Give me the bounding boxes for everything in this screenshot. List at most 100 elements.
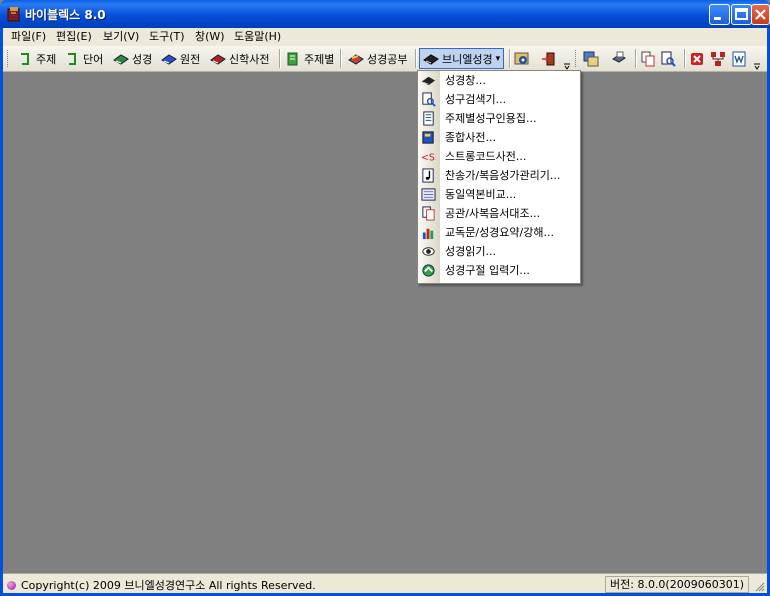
search-document-icon bbox=[661, 51, 676, 67]
window-title: 바이블렉스 8.0 bbox=[25, 8, 106, 22]
version-text: 버전: 8.0.0(2009060301) bbox=[605, 576, 749, 593]
dictionary-icon bbox=[422, 131, 434, 144]
gospel-compare-icon bbox=[422, 206, 435, 221]
green-book-icon bbox=[113, 53, 129, 65]
maximize-icon bbox=[735, 8, 748, 20]
app-icon bbox=[7, 7, 20, 22]
chevron-down-icon: ▾ bbox=[495, 53, 501, 64]
menu-item-label: 성경읽기... bbox=[445, 245, 496, 258]
menu-view[interactable]: 보기(V) bbox=[103, 29, 139, 45]
bible-study-button[interactable]: 성경공부 bbox=[348, 49, 407, 68]
close-icon bbox=[755, 9, 766, 20]
menu-item-responsive-reading[interactable]: 교독문/성경요약/강해... bbox=[418, 223, 580, 242]
tool-button-9[interactable] bbox=[731, 49, 747, 68]
menu-item-strong-code[interactable]: <S> 스트롱코드사전... bbox=[418, 147, 580, 166]
close-button[interactable] bbox=[751, 4, 770, 25]
menu-bar: 파일(F) 편집(E) 보기(V) 도구(T) 창(W) 도움말(H) bbox=[0, 28, 770, 46]
document-icon bbox=[423, 111, 434, 126]
application-window: 바이블렉스 8.0 파일(F) 편집(E) 보기(V) 도구(T) 창(W) 도… bbox=[0, 0, 770, 596]
peniel-bible-button-label: 브니엘성경 bbox=[442, 52, 493, 66]
peniel-bible-dropdown-button[interactable]: 브니엘성경 ▾ bbox=[419, 48, 505, 69]
toolbar-separator bbox=[340, 49, 342, 68]
copyright-text: Copyright(c) 2009 브니엘성경연구소 All rights Re… bbox=[21, 579, 316, 592]
bible-study-button-label: 성경공부 bbox=[367, 52, 408, 66]
menu-tools[interactable]: 도구(T) bbox=[149, 29, 185, 45]
original-text-button[interactable]: 원전 bbox=[161, 49, 200, 68]
menu-item-label: 성경창... bbox=[445, 74, 486, 87]
bible-button[interactable]: 성경 bbox=[113, 49, 152, 68]
black-book-icon bbox=[423, 53, 439, 65]
chevron-down-icon bbox=[754, 63, 760, 70]
menu-item-dictionary[interactable]: 종합사전... bbox=[418, 128, 580, 147]
by-topic-button[interactable]: 주제별 bbox=[285, 49, 334, 68]
svg-text:<S>: <S> bbox=[421, 152, 436, 163]
menu-item-verse-search[interactable]: 성구검색기... bbox=[418, 90, 580, 109]
menu-item-label: 교독문/성경요약/강해... bbox=[445, 226, 554, 239]
gear-window-icon bbox=[514, 52, 529, 64]
toolbar: 주제 단어 성경 원전 신학사전 주제별 성경공부 브니엘성경 ▾ bbox=[3, 46, 767, 72]
word-button[interactable]: 단어 bbox=[64, 49, 103, 68]
word-document-icon bbox=[732, 51, 746, 66]
red-stop-icon bbox=[691, 52, 703, 65]
chevron-down-icon bbox=[564, 63, 570, 70]
menu-edit[interactable]: 편집(E) bbox=[56, 29, 92, 45]
title-bar[interactable]: 바이블렉스 8.0 bbox=[0, 0, 770, 28]
bible-button-label: 성경 bbox=[132, 52, 153, 66]
copy-window-icon bbox=[583, 51, 599, 66]
toolbar-grip[interactable] bbox=[7, 50, 11, 67]
original-text-button-label: 원전 bbox=[180, 52, 201, 66]
tool-button-2[interactable] bbox=[541, 49, 557, 68]
green-bracket-icon bbox=[21, 52, 29, 65]
menu-item-label: 성구검색기... bbox=[445, 93, 507, 106]
word-button-label: 단어 bbox=[83, 52, 104, 66]
window-frame-left bbox=[0, 28, 3, 596]
menu-item-bible-window[interactable]: 성경창... bbox=[418, 71, 580, 90]
tool-button-7[interactable] bbox=[689, 49, 705, 68]
verse-input-icon bbox=[422, 264, 435, 277]
strong-code-icon: <S> bbox=[421, 152, 436, 163]
menu-item-topic-verses[interactable]: 주제별성구인용집... bbox=[418, 109, 580, 128]
toolbar-separator bbox=[509, 49, 511, 68]
green-topic-icon bbox=[287, 52, 298, 65]
menu-item-label: 찬송가/복음성가관리기... bbox=[445, 169, 561, 182]
theology-dictionary-button[interactable]: 신학사전 bbox=[210, 49, 269, 68]
tool-button-3[interactable] bbox=[583, 49, 599, 68]
bible-icon bbox=[421, 76, 436, 86]
maximize-button[interactable] bbox=[731, 4, 752, 25]
menu-item-label: 성경구절 입력기... bbox=[445, 264, 530, 277]
menu-item-gospel-compare[interactable]: 공관/사복음서대조... bbox=[418, 204, 580, 223]
music-note-icon bbox=[422, 168, 434, 183]
menu-item-verse-input[interactable]: 성경구절 입력기... bbox=[418, 261, 580, 280]
mdi-client-area[interactable] bbox=[3, 72, 767, 572]
menu-help[interactable]: 도움말(H) bbox=[234, 29, 281, 45]
menu-file[interactable]: 파일(F) bbox=[11, 29, 46, 45]
menu-item-hymn-manager[interactable]: 찬송가/복음성가관리기... bbox=[418, 166, 580, 185]
tool-button-4[interactable] bbox=[611, 49, 627, 68]
tool-button-6[interactable] bbox=[660, 49, 676, 68]
eye-icon bbox=[422, 247, 435, 256]
tool-button-8[interactable] bbox=[710, 49, 726, 68]
compare-icon bbox=[421, 188, 436, 201]
red-book-icon bbox=[210, 53, 226, 65]
toolbar-grip[interactable] bbox=[575, 50, 579, 67]
resize-grip-icon[interactable] bbox=[753, 580, 765, 592]
minimize-icon bbox=[714, 17, 721, 20]
menu-item-label: 종합사전... bbox=[445, 131, 496, 144]
green-bracket-icon bbox=[68, 52, 76, 65]
menu-item-version-compare[interactable]: 동일역본비교... bbox=[418, 185, 580, 204]
minimize-button[interactable] bbox=[709, 4, 730, 25]
blue-book-icon bbox=[161, 53, 177, 65]
status-indicator-icon bbox=[7, 580, 16, 590]
tool-button-5[interactable] bbox=[640, 49, 656, 68]
network-icon bbox=[711, 51, 725, 66]
tool-button-1[interactable] bbox=[514, 49, 530, 68]
search-doc-icon bbox=[422, 92, 436, 107]
menu-window[interactable]: 창(W) bbox=[195, 29, 225, 45]
toolbar-separator bbox=[279, 49, 281, 68]
menu-item-bible-reading[interactable]: 성경읽기... bbox=[418, 242, 580, 261]
theology-dictionary-button-label: 신학사전 bbox=[229, 52, 270, 66]
topic-button[interactable]: 주제 bbox=[17, 49, 56, 68]
topic-button-label: 주제 bbox=[36, 52, 57, 66]
printer-icon bbox=[612, 51, 626, 63]
toolbar-separator bbox=[684, 49, 686, 68]
